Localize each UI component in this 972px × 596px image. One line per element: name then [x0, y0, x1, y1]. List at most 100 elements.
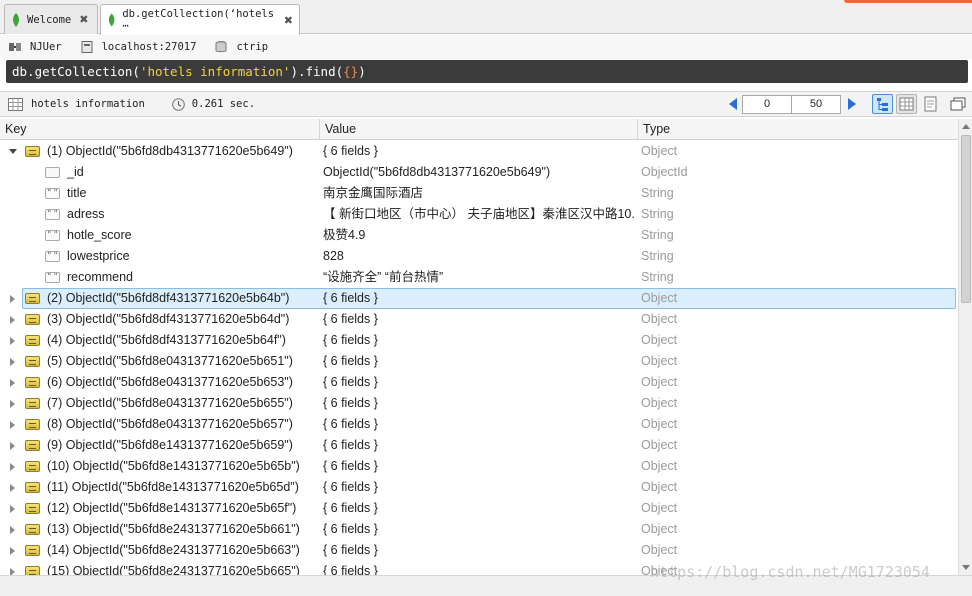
tab-welcome[interactable]: Welcome ✖ [4, 4, 98, 34]
field-row[interactable]: " " adress 【 新街口地区（市中心） 夫子庙地区】秦淮区汉中路10..… [0, 204, 958, 225]
expand-arrow-icon[interactable] [10, 379, 15, 387]
column-header-type[interactable]: Type [638, 119, 958, 140]
scroll-down-icon[interactable] [962, 565, 970, 570]
document-row[interactable]: (4) ObjectId("5b6fd8df4313771620e5b64f")… [0, 330, 958, 351]
expand-panel-button[interactable] [948, 94, 969, 114]
object-icon [25, 524, 40, 535]
document-row[interactable]: (9) ObjectId("5b6fd8e14313771620e5b659")… [0, 435, 958, 456]
object-icon [25, 503, 40, 514]
previous-page-button[interactable] [729, 98, 737, 110]
tab-query[interactable]: db.getCollection(‘hotels ⋯ ✖ [100, 4, 300, 35]
expand-arrow-icon[interactable] [10, 463, 15, 471]
text-view-button[interactable] [920, 94, 941, 114]
field-value: “设施齐全” “前台热情” [323, 270, 444, 284]
skip-input[interactable]: 0 [742, 95, 792, 114]
field-row[interactable]: " " recommend “设施齐全” “前台热情” String [0, 267, 958, 288]
expand-arrow-icon[interactable] [10, 568, 15, 575]
document-value: { 6 fields } [323, 354, 378, 368]
expand-arrow-icon[interactable] [10, 526, 15, 534]
expand-arrow-icon[interactable] [10, 337, 15, 345]
expand-arrow-icon[interactable] [10, 442, 15, 450]
document-key: (10) ObjectId("5b6fd8e14313771620e5b65b"… [47, 459, 300, 473]
document-row[interactable]: (8) ObjectId("5b6fd8e04313771620e5b657")… [0, 414, 958, 435]
document-value: { 6 fields } [323, 333, 378, 347]
document-value: { 6 fields } [323, 501, 378, 515]
close-icon[interactable]: ✖ [79, 13, 88, 26]
field-key: recommend [67, 270, 133, 284]
document-type: Object [641, 543, 678, 557]
field-row[interactable]: _id ObjectId("5b6fd8db4313771620e5b649")… [0, 162, 958, 183]
field-type: String [641, 249, 674, 263]
expand-arrow-icon[interactable] [10, 400, 15, 408]
expand-arrow-icon[interactable] [10, 358, 15, 366]
tree-view-icon [877, 98, 888, 111]
document-row[interactable]: (1) ObjectId("5b6fd8db4313771620e5b649")… [0, 141, 958, 162]
object-icon [25, 419, 40, 430]
table-view-button[interactable] [896, 94, 917, 114]
document-row[interactable]: (7) ObjectId("5b6fd8e04313771620e5b655")… [0, 393, 958, 414]
table-icon [8, 97, 23, 111]
expand-arrow-icon[interactable] [10, 505, 15, 513]
limit-input[interactable]: 50 [791, 95, 841, 114]
field-type: String [641, 207, 674, 221]
field-type: String [641, 270, 674, 284]
field-key: _id [67, 165, 84, 179]
mongodb-leaf-icon [108, 13, 115, 27]
column-header-key[interactable]: Key [0, 119, 320, 140]
object-icon [25, 146, 40, 157]
result-rows: (1) ObjectId("5b6fd8db4313771620e5b649")… [0, 141, 958, 575]
column-header-row: Key Value Type [0, 119, 958, 140]
expand-arrow-icon[interactable] [10, 421, 15, 429]
document-key: (8) ObjectId("5b6fd8e04313771620e5b657") [47, 417, 293, 431]
expand-arrow-icon[interactable] [10, 295, 15, 303]
document-value: { 6 fields } [323, 291, 378, 305]
field-row[interactable]: " " hotle_score 极赞4.9 String [0, 225, 958, 246]
vertical-scrollbar[interactable] [958, 119, 972, 575]
document-row-selected[interactable]: (2) ObjectId("5b6fd8df4313771620e5b64b")… [0, 288, 958, 309]
scroll-up-icon[interactable] [962, 124, 970, 129]
document-row[interactable]: (13) ObjectId("5b6fd8e24313771620e5b661"… [0, 519, 958, 540]
document-row[interactable]: (3) ObjectId("5b6fd8df4313771620e5b64d")… [0, 309, 958, 330]
query-editor[interactable]: db.getCollection('hotels information').f… [6, 60, 968, 83]
document-row[interactable]: (6) ObjectId("5b6fd8e04313771620e5b653")… [0, 372, 958, 393]
document-row[interactable]: (14) ObjectId("5b6fd8e24313771620e5b663"… [0, 540, 958, 561]
field-row[interactable]: " " lowestprice 828 String [0, 246, 958, 267]
tab-bar: Welcome ✖ db.getCollection(‘hotels ⋯ ✖ [0, 0, 972, 35]
document-row[interactable]: (10) ObjectId("5b6fd8e14313771620e5b65b"… [0, 456, 958, 477]
close-icon[interactable]: ✖ [284, 14, 293, 27]
collapse-arrow-icon[interactable] [9, 149, 17, 154]
query-suffix: ) [358, 64, 366, 79]
string-icon: " " [45, 230, 60, 241]
document-type: Object [641, 501, 678, 515]
connection-database[interactable]: ctrip [214, 41, 268, 53]
scrollbar-thumb[interactable] [961, 135, 971, 303]
field-type: String [641, 228, 674, 242]
connection-host[interactable]: localhost:27017 [80, 41, 196, 53]
field-row[interactable]: " " title 南京金鹰国际酒店 String [0, 183, 958, 204]
connection-database-label: ctrip [236, 41, 269, 53]
expand-arrow-icon[interactable] [10, 316, 15, 324]
object-icon [25, 356, 40, 367]
document-key: (3) ObjectId("5b6fd8df4313771620e5b64d") [47, 312, 290, 326]
next-page-button[interactable] [848, 98, 856, 110]
document-key: (9) ObjectId("5b6fd8e14313771620e5b659") [47, 438, 293, 452]
document-row[interactable]: (12) ObjectId("5b6fd8e14313771620e5b65f"… [0, 498, 958, 519]
field-key: adress [67, 207, 105, 221]
document-row[interactable]: (5) ObjectId("5b6fd8e04313771620e5b651")… [0, 351, 958, 372]
object-icon [25, 461, 40, 472]
string-icon: " " [45, 209, 60, 220]
field-icon [45, 167, 60, 178]
column-header-value[interactable]: Value [320, 119, 638, 140]
expand-arrow-icon[interactable] [10, 547, 15, 555]
results-tree[interactable]: Key Value Type (1) ObjectId("5b6fd8db431… [0, 119, 958, 575]
tree-view-button[interactable] [872, 94, 893, 114]
document-value: { 6 fields } [323, 312, 378, 326]
expand-arrow-icon[interactable] [10, 484, 15, 492]
document-key: (13) ObjectId("5b6fd8e24313771620e5b661"… [47, 522, 300, 536]
document-row[interactable]: (11) ObjectId("5b6fd8e14313771620e5b65d"… [0, 477, 958, 498]
document-type: Object [641, 480, 678, 494]
document-key: (15) ObjectId("5b6fd8e24313771620e5b665"… [47, 564, 300, 575]
connection-user[interactable]: NJUer [8, 41, 62, 53]
result-toolbar: hotels information 0.261 sec. 0 50 [0, 91, 972, 117]
mongodb-leaf-icon [13, 12, 19, 27]
